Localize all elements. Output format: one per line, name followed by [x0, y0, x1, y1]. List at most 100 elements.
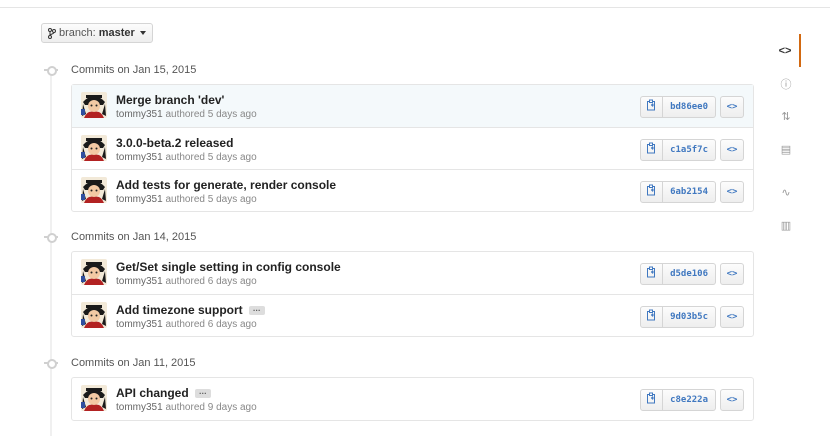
copy-sha-button[interactable]: [640, 139, 664, 161]
commit-row: Add tests for generate, render console to…: [72, 169, 753, 211]
sidenav-item[interactable]: ⓘ: [771, 67, 801, 100]
commit-sha-link[interactable]: 6ab2154: [663, 181, 716, 203]
commit-sha-group: c1a5f7c: [640, 139, 716, 161]
commit-timeline: [50, 70, 52, 436]
commit-timestamp: authored 5 days ago: [165, 152, 257, 163]
commit-timestamp: authored 5 days ago: [165, 194, 257, 205]
commit-timestamp: authored 6 days ago: [165, 319, 257, 330]
commit-sha-group: c8e222a: [640, 389, 716, 411]
branch-select-button[interactable]: branch: master: [41, 23, 153, 43]
avatar[interactable]: [81, 302, 107, 328]
copy-sha-button[interactable]: [640, 389, 664, 411]
commit-sha-group: 6ab2154: [640, 181, 716, 203]
commit-message-link[interactable]: Get/Set single setting in config console: [116, 260, 341, 274]
avatar[interactable]: [81, 92, 107, 118]
copy-sha-button[interactable]: [640, 263, 664, 285]
browse-code-button[interactable]: <>: [720, 306, 744, 328]
commit-sha-link[interactable]: d5de106: [663, 263, 716, 285]
expand-description-button[interactable]: …: [248, 304, 265, 315]
commit-author-link[interactable]: tommy351: [116, 276, 163, 287]
expand-description-button[interactable]: …: [194, 387, 211, 398]
clipboard-icon: [646, 183, 657, 201]
issue-icon: ⓘ: [780, 78, 792, 91]
commit-row: Get/Set single setting in config console…: [72, 252, 753, 294]
commit-message-link[interactable]: Add tests for generate, render console: [116, 178, 336, 192]
commit-group-title: Commits on Jan 14, 2015: [71, 231, 197, 243]
branch-icon: [48, 27, 56, 39]
commit-list: Get/Set single setting in config console…: [71, 251, 754, 337]
browse-code-button[interactable]: <>: [720, 139, 744, 161]
sidenav-separator: [771, 166, 801, 176]
code-icon: <>: [726, 187, 738, 197]
avatar[interactable]: [81, 177, 107, 203]
commit-message-link[interactable]: 3.0.0-beta.2 released: [116, 136, 233, 150]
code-icon: <>: [726, 395, 738, 405]
commit-sha-link[interactable]: 9d03b5c: [663, 306, 716, 328]
commit-group-title: Commits on Jan 11, 2015: [71, 357, 196, 369]
commit-author-link[interactable]: tommy351: [116, 152, 163, 163]
commit-message-link[interactable]: API changed: [116, 386, 189, 400]
clipboard-icon: [646, 98, 657, 116]
commit-timestamp: authored 5 days ago: [165, 109, 257, 120]
commit-author-link[interactable]: tommy351: [116, 109, 163, 120]
avatar[interactable]: [81, 385, 107, 411]
commit-row: API changed … tommy351 authored 9 days ago…: [72, 378, 753, 420]
commit-list: API changed … tommy351 authored 9 days ago…: [71, 377, 754, 421]
clipboard-icon: [646, 308, 657, 326]
commit-row: Merge branch 'dev' tommy351 authored 5 da…: [72, 85, 753, 127]
commit-row: 3.0.0-beta.2 released tommy351 authored 5…: [72, 127, 753, 169]
pull-request-icon: ⇅: [781, 111, 791, 123]
timeline-node-icon: [44, 230, 58, 244]
commit-author-link[interactable]: tommy351: [116, 194, 163, 205]
commit-author-link[interactable]: tommy351: [116, 319, 163, 330]
code-icon: <>: [726, 102, 738, 112]
browse-code-button[interactable]: <>: [720, 263, 744, 285]
commit-timestamp: authored 9 days ago: [165, 402, 257, 413]
top-divider: [0, 7, 830, 8]
graph-icon: ▥: [780, 220, 792, 232]
commit-sha-link[interactable]: c8e222a: [663, 389, 716, 411]
clipboard-icon: [646, 265, 657, 283]
sidenav-item[interactable]: <>: [771, 34, 801, 67]
code-icon: <>: [726, 269, 738, 279]
timeline-node-icon: [44, 356, 58, 370]
commit-sha-group: d5de106: [640, 263, 716, 285]
copy-sha-button[interactable]: [640, 96, 664, 118]
repo-sidenav: <> ⓘ ⇅ ▤ ∿ ▥: [771, 34, 801, 242]
copy-sha-button[interactable]: [640, 306, 664, 328]
caret-down-icon: [139, 31, 146, 35]
branch-name: master: [98, 27, 135, 39]
commit-group-header: Commits on Jan 15, 2015: [44, 63, 196, 77]
commit-message-link[interactable]: Add timezone support: [116, 303, 243, 317]
commit-message-link[interactable]: Merge branch 'dev': [116, 93, 224, 107]
code-icon: <>: [778, 44, 792, 57]
sidenav-item[interactable]: ▥: [771, 209, 801, 242]
avatar[interactable]: [81, 135, 107, 161]
commit-author-link[interactable]: tommy351: [116, 402, 163, 413]
commit-group-title: Commits on Jan 15, 2015: [71, 64, 197, 76]
sidenav-item[interactable]: ▤: [771, 133, 801, 166]
commit-sha-group: 9d03b5c: [640, 306, 716, 328]
commit-sha-group: bd86ee0: [640, 96, 716, 118]
commit-sha-link[interactable]: bd86ee0: [663, 96, 716, 118]
wiki-icon: ▤: [780, 144, 792, 156]
commit-group-header: Commits on Jan 11, 2015: [44, 356, 196, 370]
browse-code-button[interactable]: <>: [720, 96, 744, 118]
branch-label: branch:: [59, 27, 96, 39]
clipboard-icon: [646, 391, 657, 409]
copy-sha-button[interactable]: [640, 181, 664, 203]
commit-group-header: Commits on Jan 14, 2015: [44, 230, 196, 244]
commit-sha-link[interactable]: c1a5f7c: [663, 139, 716, 161]
sidenav-item[interactable]: ∿: [771, 176, 801, 209]
sidenav-item[interactable]: ⇅: [771, 100, 801, 133]
commit-timestamp: authored 6 days ago: [165, 276, 257, 287]
pulse-icon: ∿: [781, 187, 791, 199]
commit-list: Merge branch 'dev' tommy351 authored 5 da…: [71, 84, 754, 212]
code-icon: <>: [726, 312, 738, 322]
browse-code-button[interactable]: <>: [720, 181, 744, 203]
clipboard-icon: [646, 141, 657, 159]
avatar[interactable]: [81, 259, 107, 285]
browse-code-button[interactable]: <>: [720, 389, 744, 411]
commit-row: Add timezone support … tommy351 authored 6…: [72, 294, 753, 336]
timeline-node-icon: [44, 63, 58, 77]
